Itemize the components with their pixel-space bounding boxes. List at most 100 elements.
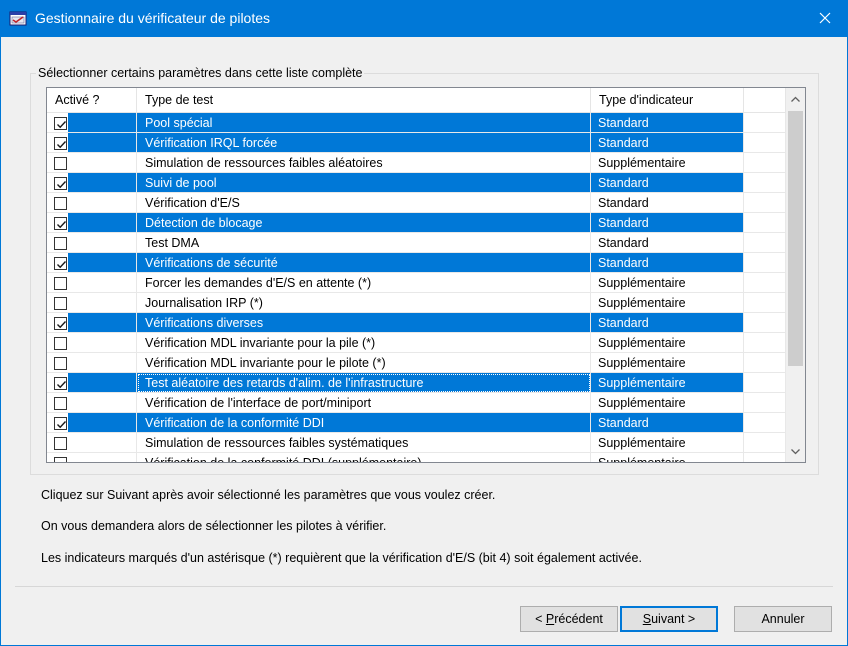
enabled-checkbox[interactable]	[54, 237, 67, 250]
column-header-flag-type[interactable]: Type d'indicateur	[591, 88, 744, 113]
table-row[interactable]: Test aléatoire des retards d'alim. de l'…	[47, 373, 786, 393]
enabled-cell	[47, 393, 137, 413]
extra-cell	[744, 353, 786, 373]
enabled-checkbox[interactable]	[54, 157, 67, 170]
checkmark-icon	[57, 421, 67, 429]
flag-type-cell: Supplémentaire	[591, 333, 744, 353]
enabled-cell	[47, 213, 137, 233]
close-button[interactable]	[802, 0, 848, 37]
enabled-checkbox[interactable]	[54, 177, 67, 190]
test-type-cell: Vérification de la conformité DDI (suppl…	[137, 453, 591, 462]
test-type-cell: Pool spécial	[137, 113, 591, 133]
driver-verifier-icon	[9, 10, 27, 27]
extra-cell	[744, 333, 786, 353]
enabled-checkbox[interactable]	[54, 257, 67, 270]
table-row[interactable]: Vérification IRQL forcée Standard	[47, 133, 786, 153]
enabled-cell	[47, 413, 137, 433]
enabled-checkbox[interactable]	[54, 397, 67, 410]
table-row[interactable]: Suivi de pool Standard	[47, 173, 786, 193]
extra-cell	[744, 233, 786, 253]
flag-type-cell: Supplémentaire	[591, 273, 744, 293]
test-type-cell: Test aléatoire des retards d'alim. de l'…	[137, 373, 591, 393]
test-type-cell: Suivi de pool	[137, 173, 591, 193]
table-row[interactable]: Vérification de la conformité DDI (suppl…	[47, 453, 786, 462]
extra-cell	[744, 313, 786, 333]
enabled-cell	[47, 433, 137, 453]
settings-listview[interactable]: Activé ? Type de test Type d'indicateur …	[46, 87, 806, 463]
table-row[interactable]: Vérification d'E/S Standard	[47, 193, 786, 213]
enabled-cell	[47, 233, 137, 253]
scroll-thumb[interactable]	[788, 111, 803, 366]
test-type-cell: Détection de blocage	[137, 213, 591, 233]
column-header-test-type[interactable]: Type de test	[137, 88, 591, 113]
table-row[interactable]: Vérification de l'interface de port/mini…	[47, 393, 786, 413]
test-type-cell: Simulation de ressources faibles aléatoi…	[137, 153, 591, 173]
enabled-checkbox[interactable]	[54, 217, 67, 230]
table-row[interactable]: Vérification MDL invariante pour le pilo…	[47, 353, 786, 373]
cancel-button[interactable]: Annuler	[734, 606, 832, 632]
enabled-cell	[47, 373, 137, 393]
flag-type-cell: Supplémentaire	[591, 373, 744, 393]
test-type-cell: Vérification MDL invariante pour le pilo…	[137, 353, 591, 373]
vertical-scrollbar[interactable]	[786, 88, 805, 462]
flag-type-cell: Supplémentaire	[591, 453, 744, 462]
enabled-checkbox[interactable]	[54, 437, 67, 450]
checkmark-icon	[57, 181, 67, 189]
enabled-cell	[47, 333, 137, 353]
extra-cell	[744, 373, 786, 393]
scroll-up-button[interactable]	[786, 89, 805, 110]
table-row[interactable]: Forcer les demandes d'E/S en attente (*)…	[47, 273, 786, 293]
test-type-cell: Forcer les demandes d'E/S en attente (*)	[137, 273, 591, 293]
footer-separator	[15, 586, 833, 587]
next-button[interactable]: Suivant >	[620, 606, 718, 632]
info-text-asterisk: Les indicateurs marqués d'un astérisque …	[41, 551, 642, 565]
enabled-cell	[47, 193, 137, 213]
scroll-down-button[interactable]	[786, 441, 805, 462]
table-row[interactable]: Simulation de ressources faibles systéma…	[47, 433, 786, 453]
enabled-checkbox[interactable]	[54, 377, 67, 390]
enabled-checkbox[interactable]	[54, 457, 67, 462]
enabled-checkbox[interactable]	[54, 417, 67, 430]
enabled-cell	[47, 113, 137, 133]
enabled-checkbox[interactable]	[54, 277, 67, 290]
enabled-checkbox[interactable]	[54, 357, 67, 370]
flag-type-cell: Standard	[591, 413, 744, 433]
enabled-checkbox[interactable]	[54, 337, 67, 350]
next-button-label: uivant >	[651, 612, 696, 626]
extra-cell	[744, 133, 786, 153]
flag-type-cell: Standard	[591, 313, 744, 333]
column-header-enabled[interactable]: Activé ?	[47, 88, 137, 113]
test-type-cell: Vérification MDL invariante pour la pile…	[137, 333, 591, 353]
test-type-cell: Vérification de l'interface de port/mini…	[137, 393, 591, 413]
test-type-cell: Vérification de la conformité DDI	[137, 413, 591, 433]
enabled-checkbox[interactable]	[54, 317, 67, 330]
table-row[interactable]: Test DMA Standard	[47, 233, 786, 253]
title-bar: Gestionnaire du vérificateur de pilotes	[0, 0, 848, 37]
checkmark-icon	[57, 141, 67, 149]
table-row[interactable]: Simulation de ressources faibles aléatoi…	[47, 153, 786, 173]
table-row[interactable]: Vérifications diverses Standard	[47, 313, 786, 333]
info-text-drivers: On vous demandera alors de sélectionner …	[41, 519, 387, 533]
enabled-checkbox[interactable]	[54, 297, 67, 310]
back-button-label: récédent	[554, 612, 603, 626]
table-row[interactable]: Vérification MDL invariante pour la pile…	[47, 333, 786, 353]
extra-cell	[744, 293, 786, 313]
extra-cell	[744, 413, 786, 433]
column-header-extra[interactable]	[744, 88, 786, 113]
enabled-cell	[47, 273, 137, 293]
back-button[interactable]: < Précédent	[520, 606, 618, 632]
table-row[interactable]: Journalisation IRP (*) Supplémentaire	[47, 293, 786, 313]
extra-cell	[744, 173, 786, 193]
enabled-checkbox[interactable]	[54, 117, 67, 130]
table-row[interactable]: Vérification de la conformité DDI Standar…	[47, 413, 786, 433]
checkmark-icon	[57, 381, 67, 389]
extra-cell	[744, 113, 786, 133]
table-row[interactable]: Pool spécial Standard	[47, 113, 786, 133]
table-row[interactable]: Vérifications de sécurité Standard	[47, 253, 786, 273]
flag-type-cell: Standard	[591, 133, 744, 153]
flag-type-cell: Standard	[591, 173, 744, 193]
table-row[interactable]: Détection de blocage Standard	[47, 213, 786, 233]
checkmark-icon	[57, 261, 67, 269]
enabled-checkbox[interactable]	[54, 197, 67, 210]
enabled-checkbox[interactable]	[54, 137, 67, 150]
